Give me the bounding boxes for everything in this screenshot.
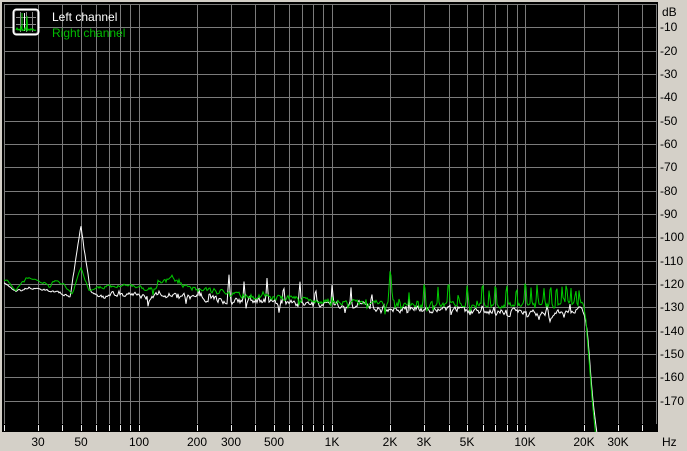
y-axis-unit-label: dB <box>662 5 677 19</box>
x-axis-tick-label: 200 <box>186 435 208 449</box>
spectrum-icon <box>12 8 40 36</box>
x-axis-unit-label: Hz <box>662 435 677 449</box>
y-axis-tick-label: -50 <box>660 114 678 128</box>
x-axis-tick-label: 1K <box>324 435 340 449</box>
y-axis-tick-label: -110 <box>660 254 684 268</box>
y-axis-tick-label: -160 <box>660 370 685 384</box>
spectrum-analyzer-panel: dB Hz Left channel Right channel -10 -20 -… <box>0 0 687 451</box>
spectrum-plot-canvas <box>4 4 657 432</box>
frame-left-edge <box>0 0 2 451</box>
y-axis-tick-label: -40 <box>660 90 678 104</box>
y-axis-tick-label: -120 <box>660 277 685 291</box>
y-axis-tick-label: -20 <box>660 44 678 58</box>
series-left-channel <box>4 226 598 432</box>
y-axis-tick-label: -150 <box>660 347 685 361</box>
x-axis-tick-label: 2K <box>382 435 398 449</box>
y-axis-tick-label: -100 <box>660 230 685 244</box>
x-axis-tick-label: 50 <box>74 435 88 449</box>
y-axis-tick-label: -10 <box>660 20 678 34</box>
legend: Left channel Right channel <box>12 8 125 40</box>
legend-left-channel-label: Left channel <box>52 10 118 24</box>
x-axis-tick-label: 100 <box>128 435 150 449</box>
y-axis-tick-label: -80 <box>660 184 678 198</box>
frame-top-edge <box>0 0 687 2</box>
x-axis-tick-label: 300 <box>220 435 242 449</box>
legend-right-channel-label: Right channel <box>52 26 126 40</box>
x-axis-tick-label: 20K <box>573 435 595 449</box>
x-axis-tick-label: 5K <box>459 435 475 449</box>
y-axis-tick-label: -70 <box>660 160 678 174</box>
y-axis-tick-label: -90 <box>660 207 678 221</box>
x-axis-tick-label: 30K <box>607 435 629 449</box>
x-axis-tick-label: 10K <box>514 435 536 449</box>
x-axis-tick-label: 3K <box>416 435 432 449</box>
x-axis-tick-label: 30 <box>31 435 45 449</box>
y-axis-tick-label: -60 <box>660 137 678 151</box>
y-axis-tick-label: -140 <box>660 324 685 338</box>
x-axis-tick-label: 500 <box>263 435 285 449</box>
y-axis-tick-label: -170 <box>660 394 685 408</box>
y-axis-tick-label: -30 <box>660 67 678 81</box>
y-axis-tick-label: -130 <box>660 300 685 314</box>
